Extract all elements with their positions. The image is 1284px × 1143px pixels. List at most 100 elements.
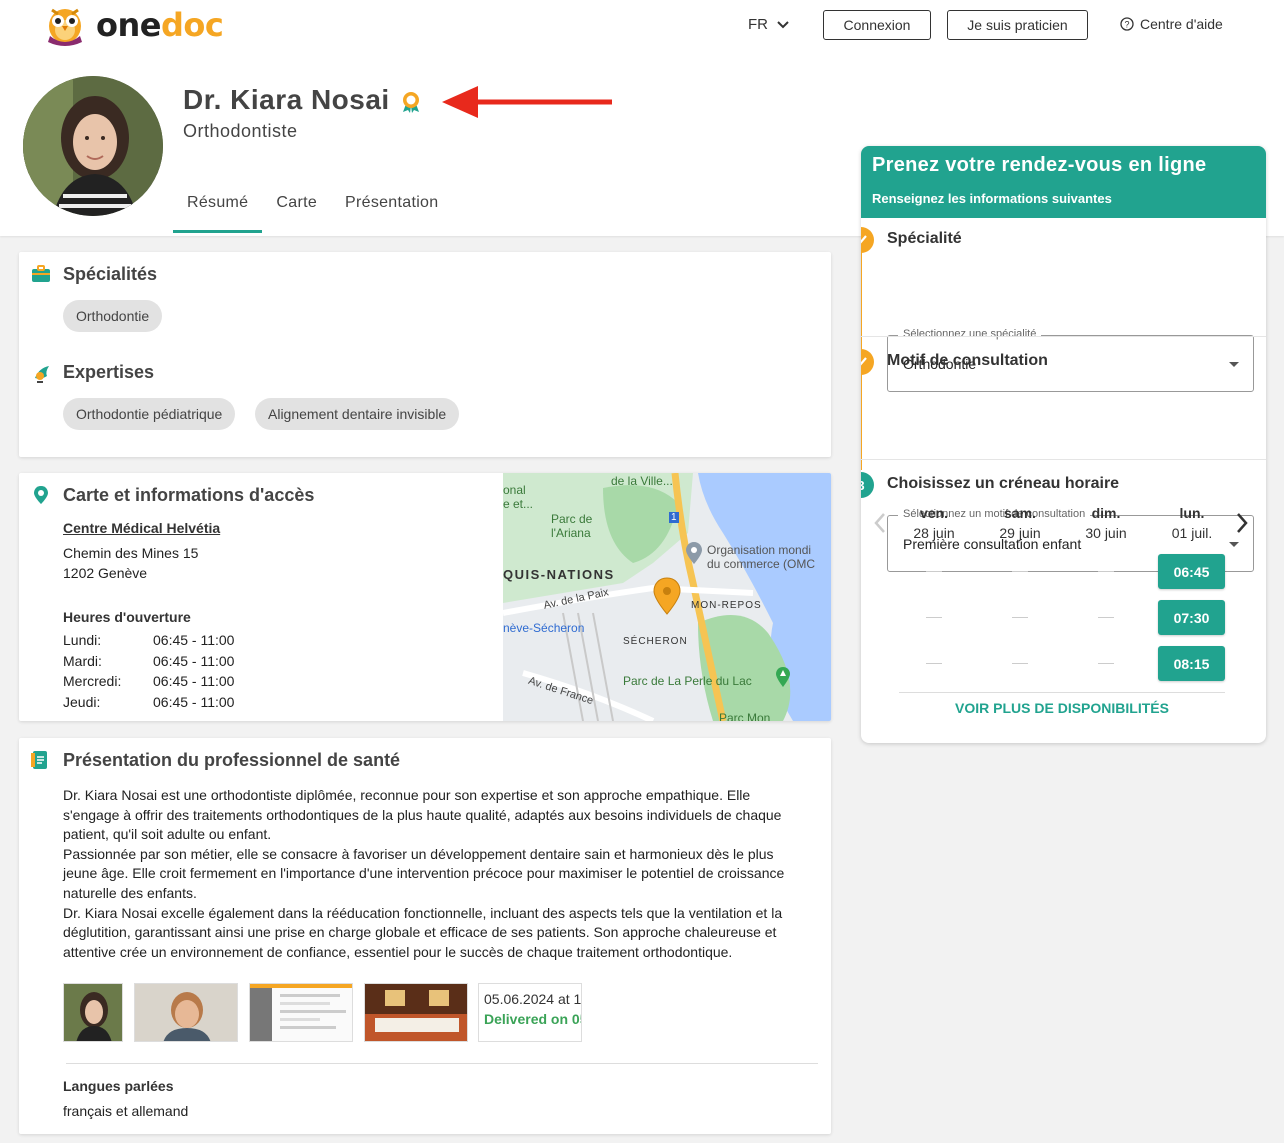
day-date: 29 juin <box>999 525 1041 541</box>
map-label-omc: du commerce (OMC <box>707 557 816 571</box>
hours-row: Jeudi: 06:45 - 11:00 <box>63 692 234 713</box>
step-done-badge <box>861 349 874 375</box>
presentation-title: Présentation du professionnel de santé <box>63 750 401 770</box>
briefcase-icon <box>32 265 50 282</box>
gallery-thumbnail[interactable] <box>134 983 238 1042</box>
opening-hours-title: Heures d'ouverture <box>63 609 191 625</box>
step-slot-label: Choisissez un créneau horaire <box>887 475 1120 492</box>
day-date: 28 juin <box>913 525 955 541</box>
presentation-line: patient, qu'il soit adulte ou enfant. <box>63 826 272 843</box>
svg-text:?: ? <box>1124 20 1129 30</box>
hours-day: Mercredi: <box>63 673 122 689</box>
profile-tabs: Résumé Carte Présentation <box>173 184 452 233</box>
access-title: Carte et informations d'accès <box>63 485 315 505</box>
presentation-line: Passionnée par son métier, elle se consa… <box>63 845 774 862</box>
address-street: Chemin des Mines 15 <box>63 545 199 561</box>
presentation-line: jeune âge. Elle croit fermement en l'imp… <box>63 865 785 882</box>
check-icon <box>861 357 867 366</box>
chevron-down-icon <box>777 20 789 28</box>
map-label-parc-ariana: l'Ariana <box>551 526 591 540</box>
doctor-avatar <box>23 76 163 216</box>
tab-resume[interactable]: Résumé <box>173 184 263 233</box>
check-icon <box>861 235 867 244</box>
help-center-link[interactable]: ? Centre d'aide <box>1120 16 1223 32</box>
caret-down-icon <box>1229 542 1239 547</box>
map-label-monrepos: MON-REPOS <box>691 600 762 611</box>
map-stop-badge: 1 <box>669 512 679 523</box>
hours-time: 06:45 - 11:00 <box>153 632 235 648</box>
thumbnail-text: Delivered on 05 <box>484 1011 582 1027</box>
booking-title: Prenez votre rendez-vous en ligne <box>872 154 1207 176</box>
empty-slot <box>926 617 942 618</box>
more-availability-link[interactable]: VOIR PLUS DE DISPONIBILITÉS <box>861 700 1263 716</box>
help-center-label: Centre d'aide <box>1140 16 1223 32</box>
gallery-thumbnail[interactable]: 05.06.2024 at 1 Delivered on 05 <box>478 983 582 1042</box>
access-card: Carte et informations d'accès Centre Méd… <box>19 473 831 721</box>
document-icon <box>31 751 47 769</box>
step-reason-label: Motif de consultation <box>887 352 1048 369</box>
divider <box>899 692 1225 693</box>
map-label-omc: Organisation mondi <box>707 543 812 557</box>
expertises-title: Expertises <box>63 362 155 382</box>
gallery-thumbnail[interactable] <box>63 983 123 1042</box>
language-selector[interactable]: FR <box>748 16 790 33</box>
gallery-thumbnail[interactable] <box>249 983 353 1042</box>
chevron-right-icon[interactable] <box>1235 512 1249 534</box>
location-map[interactable]: de la Ville... onal e et... Parc de l'Ar… <box>503 473 831 721</box>
tab-presentation[interactable]: Présentation <box>331 184 452 233</box>
doctor-specialty: Orthodontiste <box>183 121 298 141</box>
gallery-thumbnail[interactable] <box>364 983 468 1042</box>
presentation-card: Présentation du professionnel de santé D… <box>19 738 831 1134</box>
map-label-onal: onal <box>503 483 526 497</box>
center-name-link[interactable]: Centre Médical Helvétia <box>63 520 220 536</box>
booking-widget: Prenez votre rendez-vous en ligne Rensei… <box>861 146 1266 743</box>
languages-title: Langues parlées <box>63 1078 174 1094</box>
hours-day: Lundi: <box>63 632 102 648</box>
time-slot-button[interactable]: 07:30 <box>1158 600 1225 635</box>
presentation-line: naturelle des enfants. <box>63 884 197 901</box>
empty-slot <box>1012 663 1028 664</box>
login-button[interactable]: Connexion <box>823 10 931 40</box>
divider <box>861 336 1266 337</box>
empty-slot <box>1098 617 1114 618</box>
chevron-left-icon[interactable] <box>873 512 887 534</box>
step-done-badge <box>861 227 874 253</box>
map-location-pin-icon <box>653 577 681 615</box>
opening-hours-list: Lundi: 06:45 - 11:00 Mardi: 06:45 - 11:00 … <box>63 630 234 712</box>
map-label-parc-ariana: Parc de <box>551 512 593 526</box>
time-slot-button[interactable]: 08:15 <box>1158 646 1225 681</box>
help-icon: ? <box>1120 17 1134 31</box>
location-pin-icon <box>34 486 48 504</box>
day-date: 01 juil. <box>1171 525 1213 541</box>
verified-badge-icon <box>403 92 419 113</box>
empty-slot <box>1098 571 1114 572</box>
practitioner-button[interactable]: Je suis praticien <box>947 10 1088 40</box>
presentation-line: s'engage à offrir des traitements orthod… <box>63 806 782 823</box>
expertise-chip: Alignement dentaire invisible <box>255 398 460 430</box>
specialties-card: Spécialités Orthodontie Expertises Ortho… <box>19 252 831 457</box>
day-columns-header: ven. 28 juin sam. 29 juin dim. 30 juin lun.… <box>891 505 1235 541</box>
empty-slot <box>926 663 942 664</box>
hours-time: 06:45 - 11:00 <box>153 673 235 689</box>
hours-row: Mardi: 06:45 - 11:00 <box>63 651 234 672</box>
empty-slot <box>926 571 942 572</box>
map-poi-marker-icon <box>686 542 702 564</box>
booking-subtitle: Renseignez les informations suivantes <box>872 191 1112 206</box>
empty-slot <box>1098 663 1114 664</box>
map-label-secheron-station: nève-Sécheron <box>503 621 585 635</box>
caret-down-icon <box>1229 362 1239 367</box>
empty-slot <box>1012 617 1028 618</box>
language-label: FR <box>748 16 768 33</box>
owl-logo-icon <box>48 8 82 46</box>
logo-text-doc: doc <box>160 6 224 44</box>
expertise-chip: Orthodontie pédiatrique <box>63 398 236 430</box>
day-column: sam. 29 juin <box>977 505 1063 541</box>
hours-day: Mardi: <box>63 652 102 669</box>
map-label-paramon: Parc Mon <box>719 711 771 721</box>
day-column: lun. 01 juil. <box>1149 505 1235 541</box>
time-slot-button[interactable]: 06:45 <box>1158 554 1225 589</box>
onedoc-logo[interactable]: onedoc <box>42 4 224 46</box>
day-of-week: dim. <box>1091 505 1121 521</box>
tab-carte[interactable]: Carte <box>262 184 331 233</box>
address-city: 1202 Genève <box>63 565 148 581</box>
